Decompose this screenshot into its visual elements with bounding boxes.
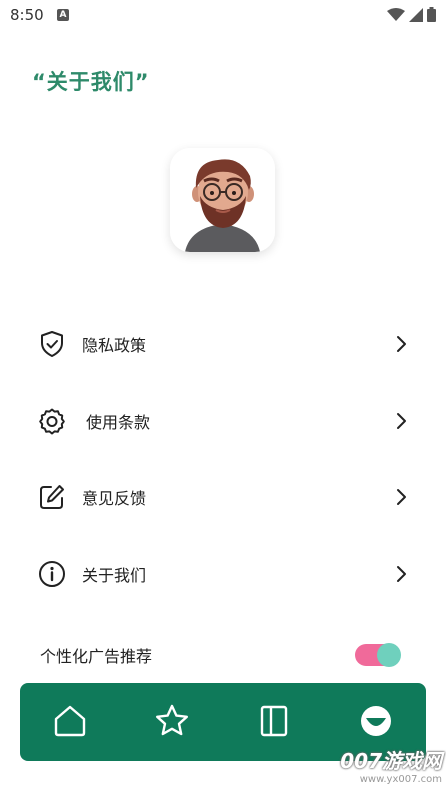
personalized-ad-toggle[interactable] bbox=[355, 642, 402, 668]
wifi-icon bbox=[387, 7, 405, 21]
avatar-icon bbox=[170, 148, 275, 252]
battery-icon bbox=[427, 7, 436, 22]
status-icons bbox=[387, 7, 436, 22]
page-title: “关于我们” bbox=[32, 70, 150, 94]
watermark-sub: www.yx007.com bbox=[359, 774, 442, 785]
menu-item-terms-of-use[interactable]: 使用条款 bbox=[20, 396, 420, 446]
profile-icon[interactable] bbox=[358, 703, 394, 739]
toggle-thumb bbox=[377, 643, 401, 667]
status-time: 8:50 bbox=[10, 6, 44, 24]
avatar bbox=[170, 148, 275, 252]
chevron-right-icon bbox=[397, 489, 406, 505]
info-icon bbox=[39, 561, 65, 587]
chevron-right-icon bbox=[397, 566, 406, 582]
watermark-main: 007游戏网 bbox=[340, 749, 442, 773]
menu-item-label: 关于我们 bbox=[82, 566, 147, 585]
status-bar: 8:50 A bbox=[0, 0, 446, 30]
personalized-ad-label: 个性化广告推荐 bbox=[40, 647, 153, 666]
menu-item-privacy-policy[interactable]: 隐私政策 bbox=[20, 319, 420, 369]
shield-check-icon bbox=[41, 331, 63, 357]
signal-icon bbox=[409, 7, 423, 22]
edit-icon bbox=[40, 485, 64, 509]
notification-a-icon: A bbox=[57, 9, 69, 21]
book-icon[interactable] bbox=[256, 703, 292, 739]
menu-item-label: 使用条款 bbox=[86, 413, 151, 432]
menu-item-label: 隐私政策 bbox=[82, 336, 147, 355]
gear-icon bbox=[39, 408, 65, 435]
menu-item-about-us[interactable]: 关于我们 bbox=[20, 549, 420, 599]
menu-item-label: 意见反馈 bbox=[82, 489, 147, 508]
chevron-right-icon bbox=[397, 336, 406, 352]
chevron-right-icon bbox=[397, 413, 406, 429]
watermark: 007游戏网 www.yx007.com bbox=[340, 745, 442, 785]
menu-item-feedback[interactable]: 意见反馈 bbox=[20, 472, 420, 522]
star-icon[interactable] bbox=[154, 703, 190, 739]
home-icon[interactable] bbox=[52, 703, 88, 739]
